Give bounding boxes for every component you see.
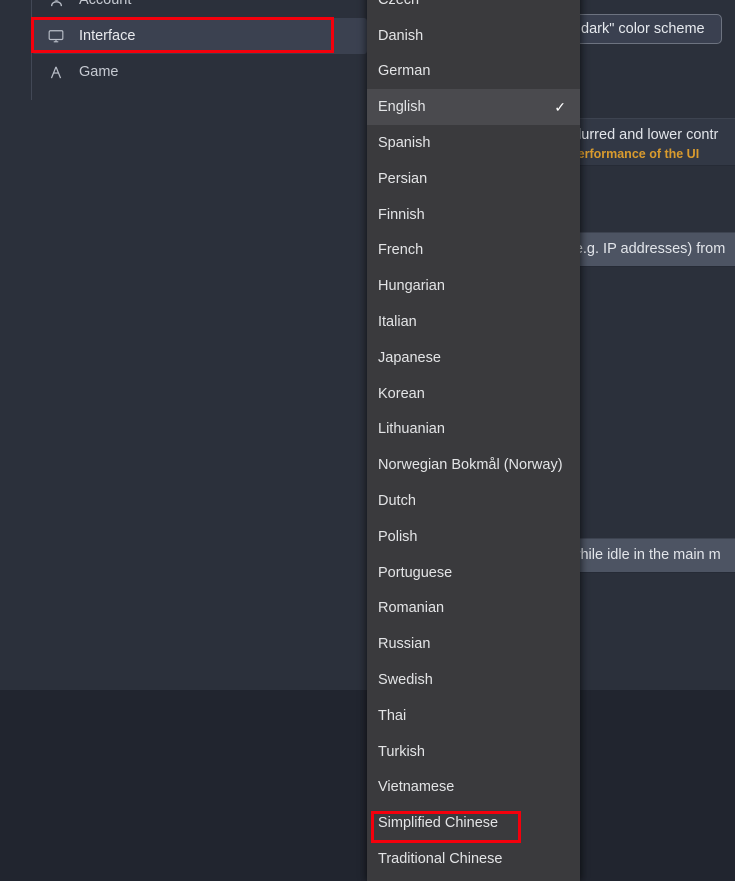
language-option-dutch[interactable]: Dutch — [367, 483, 580, 519]
language-option-danish[interactable]: Danish — [367, 18, 580, 54]
setting-row-label: (e.g. IP addresses) from — [570, 241, 726, 257]
language-option-label: Vietnamese — [378, 779, 455, 796]
settings-sidebar: Account Interface Game — [32, 0, 367, 90]
sidebar-item-label: Game — [79, 64, 119, 80]
language-option-label: French — [378, 242, 424, 259]
user-icon — [46, 0, 66, 8]
language-option-label: Thai — [378, 707, 407, 724]
language-option-norwegian-bokm-l-norway[interactable]: Norwegian Bokmål (Norway) — [367, 447, 580, 483]
sidebar-item-interface[interactable]: Interface — [32, 18, 367, 54]
compass-icon — [46, 64, 66, 80]
language-option-swedish[interactable]: Swedish — [367, 662, 580, 698]
language-option-portuguese[interactable]: Portuguese — [367, 555, 580, 591]
language-option-label: Hungarian — [378, 278, 445, 295]
language-option-label: Korean — [378, 385, 425, 402]
language-option-label: Polish — [378, 528, 418, 545]
language-option-thai[interactable]: Thai — [367, 698, 580, 734]
language-option-label: Romanian — [378, 600, 445, 617]
sidebar-item-label: Interface — [79, 28, 136, 44]
color-scheme-dropdown-button[interactable]: dark" color scheme — [572, 14, 722, 44]
language-option-simplified-chinese[interactable]: Simplified Chinese — [367, 805, 580, 841]
setting-row-warning: performance of the UI — [570, 147, 700, 161]
language-option-polish[interactable]: Polish — [367, 519, 580, 555]
language-option-persian[interactable]: Persian — [367, 161, 580, 197]
settings-content-panel: blurred and lower contr performance of th… — [560, 0, 735, 881]
screenshot-root: Account Interface Game blurred and lower c… — [0, 0, 735, 881]
language-option-label: Traditional Chinese — [378, 851, 503, 868]
language-option-spanish[interactable]: Spanish — [367, 125, 580, 161]
language-option-russian[interactable]: Russian — [367, 626, 580, 662]
setting-row[interactable]: (e.g. IP addresses) from — [560, 232, 735, 267]
language-option-czech[interactable]: Czech — [367, 0, 580, 18]
language-option-label: Czech — [378, 0, 419, 8]
language-option-finnish[interactable]: Finnish — [367, 197, 580, 233]
language-option-vietnamese[interactable]: Vietnamese — [367, 770, 580, 806]
language-option-label: Spanish — [378, 135, 431, 152]
language-option-label: Portuguese — [378, 564, 453, 581]
language-option-label: Danish — [378, 27, 424, 44]
language-option-french[interactable]: French — [367, 233, 580, 269]
check-icon: ✓ — [554, 99, 566, 116]
setting-row[interactable]: while idle in the main m — [560, 538, 735, 573]
language-option-traditional-chinese[interactable]: Traditional Chinese — [367, 841, 580, 877]
language-option-german[interactable]: German — [367, 54, 580, 90]
language-option-label: Persian — [378, 170, 428, 187]
language-option-label: Turkish — [378, 743, 425, 760]
language-option-label: Italian — [378, 314, 417, 331]
language-option-label: Norwegian Bokmål (Norway) — [378, 457, 563, 474]
language-option-lithuanian[interactable]: Lithuanian — [367, 412, 580, 448]
language-option-label: Lithuanian — [378, 421, 445, 438]
language-option-label: Japanese — [378, 349, 441, 366]
language-option-romanian[interactable]: Romanian — [367, 591, 580, 627]
language-option-label: Simplified Chinese — [378, 815, 499, 832]
setting-row[interactable]: blurred and lower contr performance of th… — [560, 118, 735, 166]
setting-row-label: blurred and lower contr — [570, 127, 719, 143]
language-option-italian[interactable]: Italian — [367, 304, 580, 340]
language-option-japanese[interactable]: Japanese — [367, 340, 580, 376]
language-option-english[interactable]: English ✓ — [367, 89, 580, 126]
sidebar-item-label: Account — [79, 0, 132, 8]
language-option-turkish[interactable]: Turkish — [367, 734, 580, 770]
language-option-label: German — [378, 63, 431, 80]
sidebar-item-game[interactable]: Game — [32, 54, 367, 90]
language-dropdown-menu[interactable]: Czech Danish German English ✓ Spanish Persian F… — [367, 0, 580, 881]
setting-row-label: while idle in the main m — [570, 547, 721, 563]
language-option-label: Finnish — [378, 206, 425, 223]
language-option-korean[interactable]: Korean — [367, 376, 580, 412]
sidebar-item-account[interactable]: Account — [32, 0, 367, 18]
monitor-icon — [46, 28, 66, 44]
language-option-label: Russian — [378, 636, 431, 653]
language-option-hungarian[interactable]: Hungarian — [367, 268, 580, 304]
language-option-label: English — [378, 99, 426, 116]
language-option-label: Swedish — [378, 672, 433, 689]
language-option-label: Dutch — [378, 493, 416, 510]
